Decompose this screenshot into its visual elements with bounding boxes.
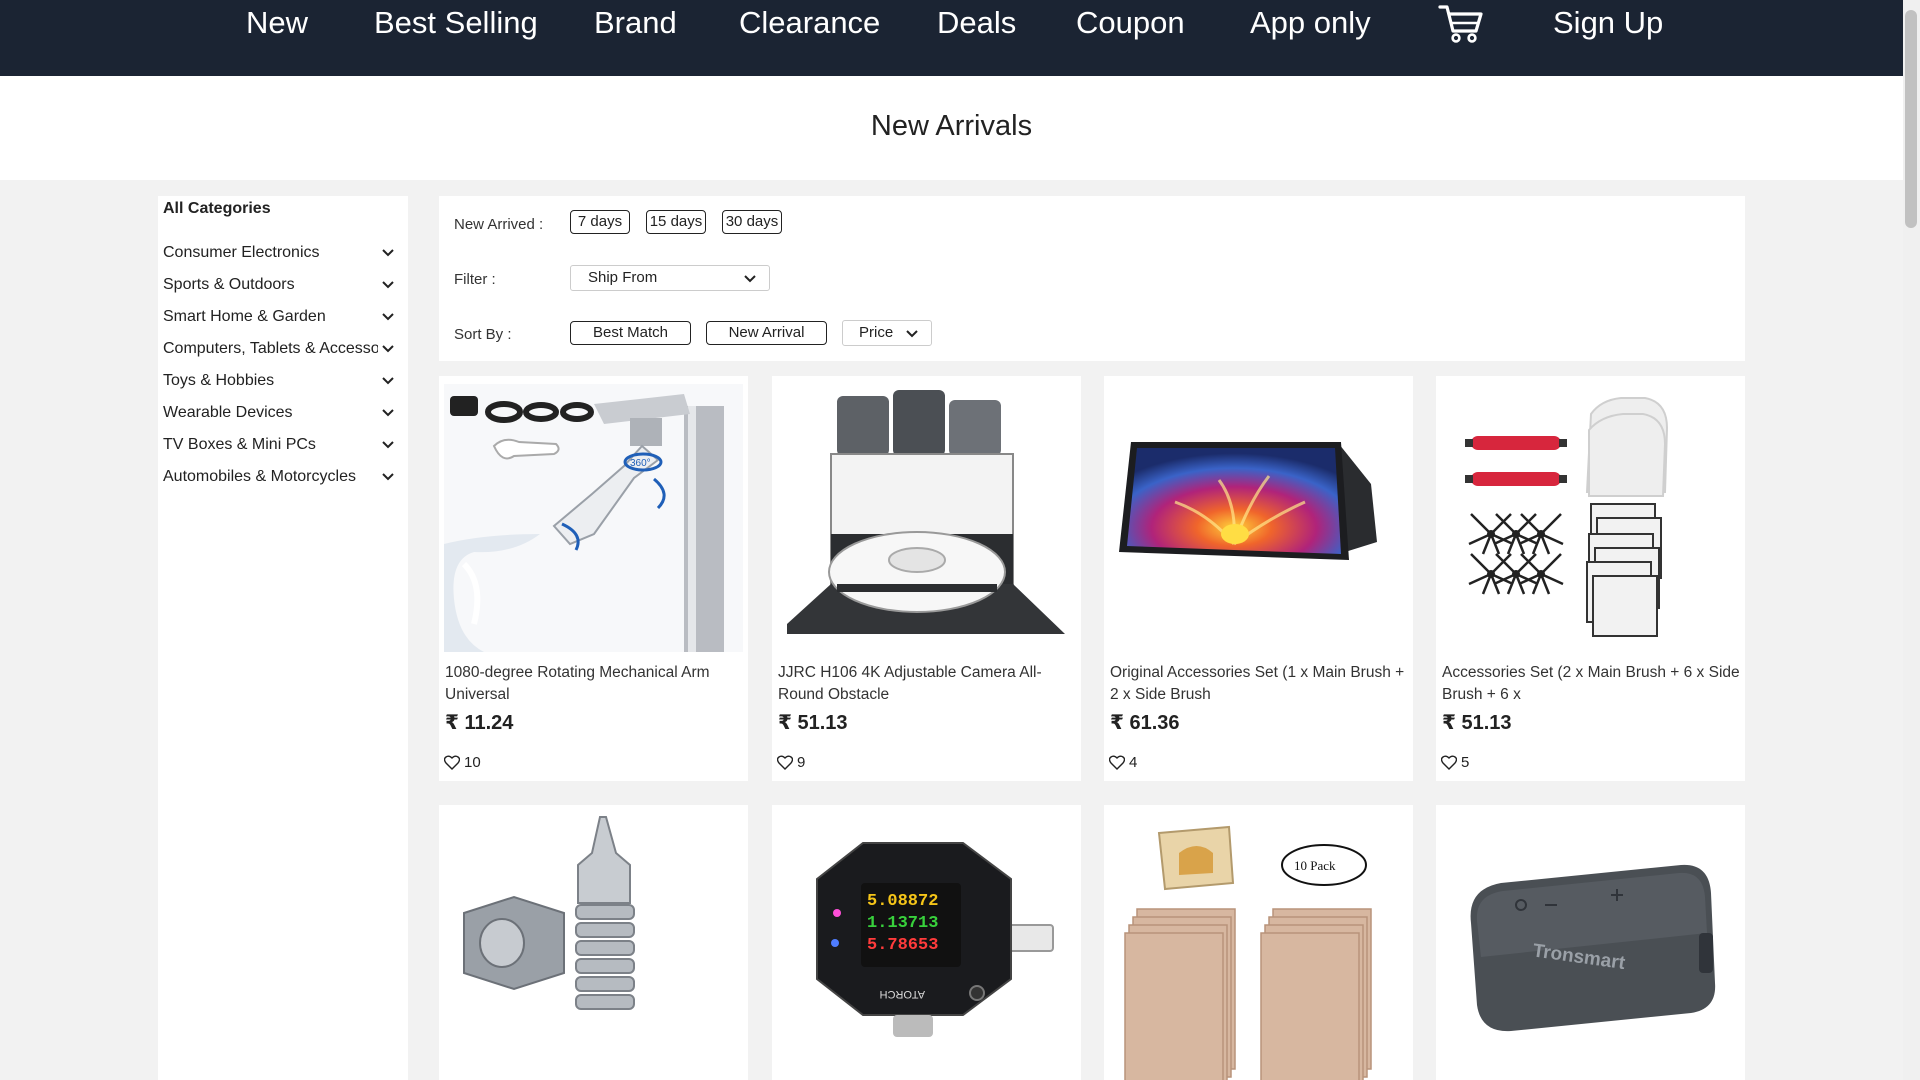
like-count: 10	[464, 754, 481, 771]
product-card[interactable]: Accessories Set (2 x Main Brush + 6 x Si…	[1436, 376, 1745, 781]
category-smart-home-garden[interactable]: Smart Home & Garden	[163, 303, 403, 331]
shopping-cart-icon[interactable]	[1438, 2, 1484, 44]
sidebar-title: All Categories	[163, 200, 271, 217]
product-price: ₹ 51.13	[778, 712, 848, 734]
category-tv-boxes[interactable]: TV Boxes & Mini PCs	[163, 431, 403, 459]
nav-sign-up[interactable]: Sign Up	[1553, 0, 1663, 48]
heart-icon	[443, 755, 461, 770]
nav-deals[interactable]: Deals	[937, 0, 1016, 48]
category-automobiles[interactable]: Automobiles & Motorcycles	[163, 463, 403, 491]
like-count: 5	[1461, 754, 1470, 771]
page-title: New Arrivals	[870, 110, 1033, 142]
category-wearable-devices[interactable]: Wearable Devices	[163, 399, 403, 427]
chevron-down-icon	[744, 275, 756, 283]
category-sidebar: All Categories Consumer Electronics Spor…	[158, 196, 408, 1080]
portable-monitor-image	[1109, 384, 1408, 652]
category-label: Smart Home & Garden	[163, 308, 326, 325]
chevron-down-icon	[382, 473, 394, 481]
product-price: ₹ 51.13	[1442, 712, 1512, 734]
category-label: Wearable Devices	[163, 404, 293, 421]
rotate-badge: 360°	[630, 458, 651, 469]
category-consumer-electronics[interactable]: Consumer Electronics	[163, 239, 403, 267]
price-sort-value: Price	[859, 324, 894, 341]
product-card[interactable]: 10 Pack	[1104, 805, 1413, 1080]
faucet-extender-image: 360°	[444, 384, 743, 652]
heart-icon	[1108, 755, 1126, 770]
product-name: JJRC H106 4K Adjustable Camera All-Round…	[778, 664, 1042, 703]
heart-icon	[1440, 755, 1458, 770]
wishlist-button[interactable]: 9	[776, 754, 806, 774]
nav-app-only[interactable]: App only	[1250, 0, 1371, 48]
category-label: Toys & Hobbies	[163, 372, 275, 389]
nozzle-image	[444, 813, 743, 1080]
ship-from-value: Ship From	[588, 269, 658, 286]
product-card[interactable]: 360° 1080-degree Rotating Mechanical Arm…	[439, 376, 748, 781]
chevron-down-icon	[382, 313, 394, 321]
product-name: Accessories Set (2 x Main Brush + 6 x Si…	[1442, 664, 1740, 703]
category-toys-hobbies[interactable]: Toys & Hobbies	[163, 367, 403, 395]
chevron-down-icon	[382, 345, 394, 353]
new-arrived-30-days-button[interactable]: 30 days	[722, 210, 782, 234]
filter-label: Filter :	[454, 271, 496, 288]
product-price: ₹ 11.24	[445, 712, 514, 734]
pack-badge: 10 Pack	[1294, 858, 1336, 873]
wishlist-button[interactable]: 10	[443, 754, 481, 774]
new-arrived-label: New Arrived :	[454, 216, 544, 233]
chevron-down-icon	[382, 409, 394, 417]
top-nav: New Best Selling Brand Clearance Deals C…	[0, 0, 1903, 76]
category-label: Computers, Tablets & Accessories	[163, 340, 378, 357]
sort-new-arrival-button[interactable]: New Arrival	[706, 321, 827, 345]
tester-current: 1.13713	[867, 914, 938, 933]
category-label: TV Boxes & Mini PCs	[163, 436, 316, 453]
like-count: 9	[797, 754, 806, 771]
product-card[interactable]: 5.08872 1.13713 5.78653 ATORCH	[772, 805, 1081, 1080]
ship-from-select[interactable]: Ship From	[570, 265, 770, 291]
nav-coupon[interactable]: Coupon	[1076, 0, 1185, 48]
nav-best-selling[interactable]: Best Selling	[374, 0, 538, 48]
robot-vacuum-station-image	[777, 384, 1076, 652]
title-band: New Arrivals	[0, 76, 1903, 180]
nav-new[interactable]: New	[246, 0, 308, 48]
nav-brand[interactable]: Brand	[594, 0, 677, 48]
bluetooth-speaker-image: Tronsmart	[1441, 813, 1740, 1080]
chevron-down-icon	[906, 330, 918, 338]
heart-icon	[776, 755, 794, 770]
tester-voltage: 5.08872	[867, 892, 938, 911]
wishlist-button[interactable]: 4	[1108, 754, 1138, 774]
new-arrived-7-days-button[interactable]: 7 days	[570, 210, 630, 234]
usb-tester-image: 5.08872 1.13713 5.78653 ATORCH	[777, 813, 1076, 1080]
new-arrived-15-days-button[interactable]: 15 days	[646, 210, 706, 234]
product-card[interactable]	[439, 805, 748, 1080]
chevron-down-icon	[382, 281, 394, 289]
filter-panel: New Arrived : 7 days 15 days 30 days Fil…	[439, 196, 1745, 361]
category-computers-tablets[interactable]: Computers, Tablets & Accessories	[163, 335, 403, 363]
tester-power: 5.78653	[867, 936, 938, 955]
nav-clearance[interactable]: Clearance	[739, 0, 880, 48]
sort-best-match-button[interactable]: Best Match	[570, 321, 691, 345]
product-card[interactable]: JJRC H106 4K Adjustable Camera All-Round…	[772, 376, 1081, 781]
product-card[interactable]: Tronsmart	[1436, 805, 1745, 1080]
like-count: 4	[1129, 754, 1138, 771]
product-name: Original Accessories Set (1 x Main Brush…	[1110, 664, 1405, 703]
chevron-down-icon	[382, 377, 394, 385]
category-label: Consumer Electronics	[163, 244, 320, 261]
scrollbar-thumb[interactable]	[1905, 10, 1917, 228]
tester-brand: ATORCH	[880, 988, 925, 1000]
category-label: Sports & Outdoors	[163, 276, 295, 293]
category-sports-outdoors[interactable]: Sports & Outdoors	[163, 271, 403, 299]
product-card[interactable]: Original Accessories Set (1 x Main Brush…	[1104, 376, 1413, 781]
category-label: Automobiles & Motorcycles	[163, 468, 356, 485]
vacuum-accessories-image	[1441, 384, 1740, 652]
product-name: 1080-degree Rotating Mechanical Arm Univ…	[445, 664, 710, 703]
chevron-down-icon	[382, 441, 394, 449]
chevron-down-icon	[382, 249, 394, 257]
wishlist-button[interactable]: 5	[1440, 754, 1470, 774]
sort-by-label: Sort By :	[454, 326, 512, 343]
sort-price-select[interactable]: Price	[842, 320, 932, 346]
product-price: ₹ 61.36	[1110, 712, 1180, 734]
toaster-bags-image: 10 Pack	[1109, 813, 1408, 1080]
